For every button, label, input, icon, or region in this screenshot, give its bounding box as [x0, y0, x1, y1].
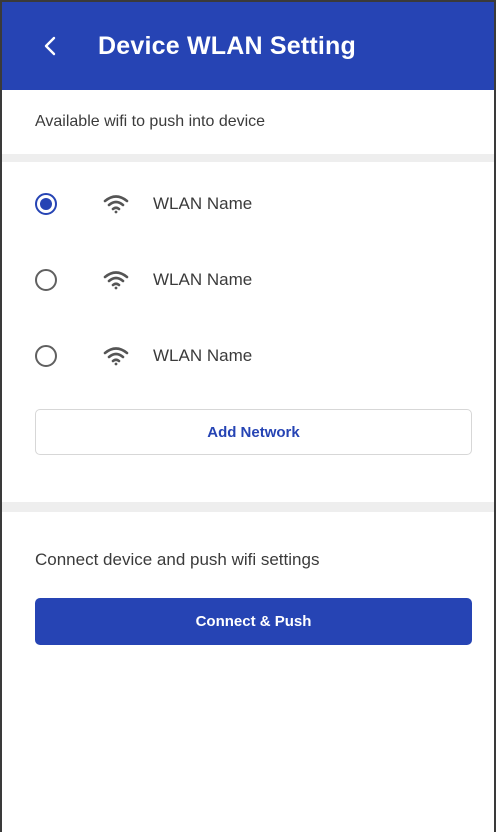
wifi-radio-selected[interactable] — [35, 193, 57, 215]
connect-section-caption: Connect device and push wifi settings — [35, 550, 320, 569]
page-title: Device WLAN Setting — [98, 31, 356, 60]
back-button[interactable] — [30, 26, 70, 66]
wifi-list: WLAN Name WLAN Name WLAN Name — [2, 162, 494, 394]
wifi-icon — [103, 345, 129, 367]
wifi-icon — [103, 269, 129, 291]
add-network-button[interactable]: Add Network — [35, 409, 472, 455]
wifi-name: WLAN Name — [153, 194, 253, 213]
app-header: Device WLAN Setting — [2, 2, 494, 90]
connect-push-button[interactable]: Connect & Push — [35, 598, 472, 645]
radio-dot — [40, 198, 52, 210]
wifi-list-item[interactable]: WLAN Name — [2, 318, 494, 394]
chevron-left-icon — [44, 36, 56, 56]
wifi-name: WLAN Name — [153, 270, 253, 289]
wifi-list-item[interactable]: WLAN Name — [2, 166, 494, 242]
wifi-icon — [103, 193, 129, 215]
section-divider — [2, 502, 494, 512]
wifi-radio[interactable] — [35, 269, 57, 291]
wifi-name: WLAN Name — [153, 346, 253, 365]
add-network-container: Add Network — [2, 394, 494, 487]
device-wlan-setting-screen: Device WLAN Setting Available wifi to pu… — [0, 0, 496, 832]
wifi-radio[interactable] — [35, 345, 57, 367]
wifi-section-caption: Available wifi to push into device — [35, 113, 266, 130]
wifi-list-item[interactable]: WLAN Name — [2, 242, 494, 318]
section-divider — [2, 154, 494, 162]
connect-button-container: Connect & Push — [2, 570, 494, 645]
